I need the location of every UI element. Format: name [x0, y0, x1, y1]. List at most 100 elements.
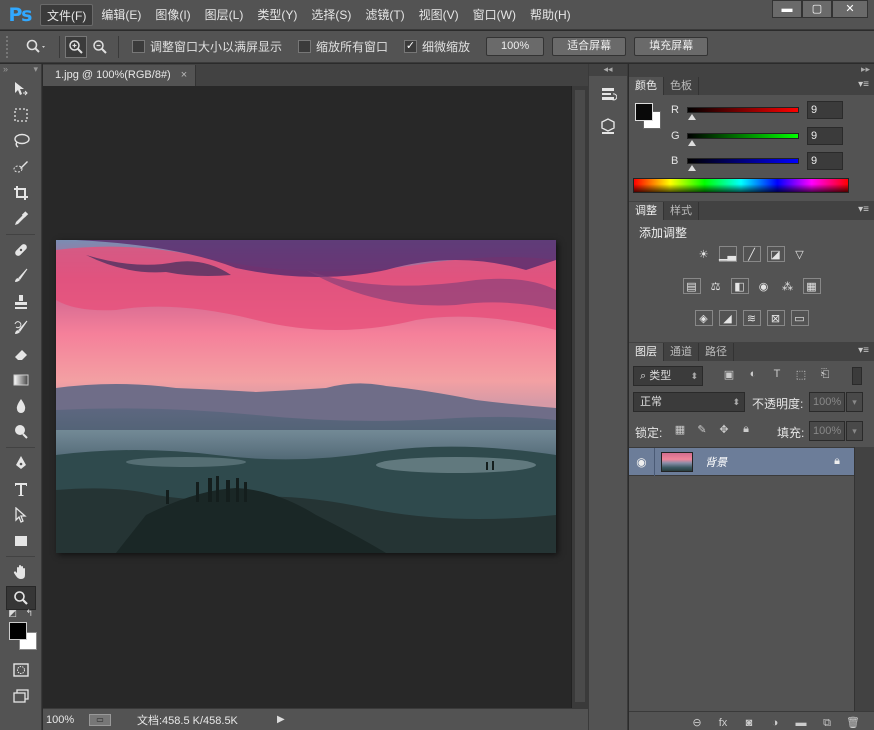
blue-slider[interactable] — [687, 158, 799, 171]
dock-header[interactable]: ▸▸ — [629, 64, 874, 76]
fill-field[interactable]: 100% — [809, 421, 845, 441]
swap-colors-icon[interactable]: ↰ — [26, 608, 34, 619]
quick-mask-button[interactable] — [6, 658, 36, 682]
selective-color-icon[interactable]: ⊠ — [766, 310, 785, 326]
menu-edit[interactable]: 编辑(E) — [95, 4, 147, 26]
fx-icon[interactable]: fx — [716, 716, 730, 730]
pen-tool[interactable] — [6, 451, 36, 475]
tab-swatches[interactable]: 色板 — [664, 77, 699, 95]
new-layer-icon[interactable]: ⧉ — [820, 716, 834, 730]
layer-name[interactable]: 背景 — [705, 454, 834, 470]
panel-menu-icon[interactable]: ▾≡ — [858, 345, 869, 356]
eraser-tool[interactable] — [6, 342, 36, 366]
restore-button[interactable]: ▢ — [802, 0, 832, 18]
quick-selection-tool[interactable] — [6, 155, 36, 179]
hand-tool[interactable] — [6, 560, 36, 584]
red-value[interactable]: 9 — [807, 101, 843, 119]
layer-row[interactable]: ◉ 背景 🔒︎ — [629, 447, 854, 476]
menu-window[interactable]: 窗口(W) — [467, 4, 522, 26]
crop-tool[interactable] — [6, 181, 36, 205]
blur-tool[interactable] — [6, 394, 36, 418]
scrubby-zoom-option[interactable]: ✓ 细微缩放 — [404, 38, 470, 55]
red-slider-knob[interactable] — [688, 114, 696, 120]
color-spectrum-bar[interactable] — [633, 178, 849, 193]
close-tab-icon[interactable]: × — [181, 65, 187, 86]
fit-screen-button[interactable]: 适合屏幕 — [552, 37, 627, 56]
properties-panel-button[interactable] — [595, 114, 621, 140]
new-group-icon[interactable]: ▬ — [794, 716, 808, 730]
channel-mixer-icon[interactable]: ⁂ — [779, 278, 797, 294]
red-slider[interactable] — [687, 107, 799, 120]
tab-layers[interactable]: 图层 — [629, 343, 664, 361]
tab-color[interactable]: 颜色 — [629, 77, 664, 95]
menu-help[interactable]: 帮助(H) — [524, 4, 577, 26]
green-slider[interactable] — [687, 133, 799, 146]
tab-adjustments[interactable]: 调整 — [629, 202, 664, 220]
threshold-icon[interactable]: ≋ — [742, 310, 761, 326]
lasso-tool[interactable] — [6, 129, 36, 153]
lock-transparency-icon[interactable]: ▦ — [673, 423, 687, 437]
history-brush-tool[interactable] — [6, 316, 36, 340]
rectangle-tool[interactable] — [6, 529, 36, 553]
blue-value[interactable]: 9 — [807, 152, 843, 170]
zoom-out-button[interactable] — [89, 36, 111, 58]
panel-menu-icon[interactable]: ▾≡ — [858, 79, 869, 90]
black-white-icon[interactable]: ◧ — [730, 278, 749, 294]
shape-filter-icon[interactable]: ⬚ — [793, 368, 809, 382]
blend-mode-select[interactable]: 正常 ⬍ — [633, 392, 745, 412]
document-profile-icon[interactable]: ▭ — [89, 713, 111, 726]
blue-slider-knob[interactable] — [688, 165, 696, 171]
scrollbar-thumb[interactable] — [575, 90, 585, 702]
type-tool[interactable] — [6, 477, 36, 501]
link-layers-icon[interactable]: ⊖ — [690, 716, 704, 730]
menu-layer[interactable]: 图层(L) — [199, 4, 250, 26]
zoom-all-option[interactable]: 缩放所有窗口 — [298, 38, 388, 55]
panel-menu-icon[interactable]: ▾≡ — [858, 204, 869, 215]
scrubby-zoom-checkbox[interactable]: ✓ — [404, 40, 418, 53]
brush-tool[interactable] — [6, 264, 36, 288]
lock-position-icon[interactable]: ✥ — [717, 423, 731, 437]
history-panel-button[interactable] — [595, 82, 621, 108]
color-balance-icon[interactable]: ⚖ — [707, 278, 725, 294]
hue-saturation-icon[interactable]: ▤ — [682, 278, 701, 294]
marquee-tool[interactable] — [6, 103, 36, 127]
foreground-color-chip[interactable] — [635, 103, 653, 121]
menu-filter[interactable]: 滤镜(T) — [359, 4, 410, 26]
tab-channels[interactable]: 通道 — [664, 343, 699, 361]
dock-header[interactable]: ◂◂ — [589, 64, 627, 76]
adjustment-filter-icon[interactable]: ◐ — [745, 368, 761, 382]
brightness-contrast-icon[interactable]: ☀ — [695, 246, 713, 262]
eyedropper-tool[interactable] — [6, 207, 36, 231]
visibility-eye-icon[interactable]: ◉ — [629, 447, 655, 476]
document-tab[interactable]: 1.jpg @ 100%(RGB/8#) × — [43, 65, 197, 86]
resize-windows-option[interactable]: 调整窗口大小以满屏显示 — [132, 38, 282, 55]
fill-screen-button[interactable]: 填充屏幕 — [634, 37, 709, 56]
filter-toggle[interactable] — [852, 367, 862, 385]
tab-paths[interactable]: 路径 — [699, 343, 734, 361]
green-slider-knob[interactable] — [688, 140, 696, 146]
menu-select[interactable]: 选择(S) — [305, 4, 357, 26]
gradient-map-icon[interactable]: ▭ — [790, 310, 809, 326]
screen-mode-button[interactable] — [6, 684, 36, 708]
tool-preset-picker[interactable] — [20, 35, 54, 59]
path-selection-tool[interactable] — [6, 503, 36, 527]
color-lookup-icon[interactable]: ▦ — [802, 278, 821, 294]
green-value[interactable]: 9 — [807, 127, 843, 145]
new-adjustment-layer-icon[interactable]: ◑ — [768, 716, 782, 730]
document-image[interactable] — [56, 240, 556, 553]
gradient-tool[interactable] — [6, 368, 36, 392]
vibrance-icon[interactable]: ▽ — [791, 246, 809, 262]
default-colors-icon[interactable]: ◩ — [9, 608, 18, 619]
lock-all-icon[interactable]: 🔒︎ — [739, 423, 753, 437]
tools-panel-header[interactable]: » ▾ — [0, 64, 41, 76]
zoom-in-button[interactable] — [65, 35, 87, 58]
add-mask-icon[interactable]: ◙ — [742, 716, 756, 730]
pixel-filter-icon[interactable]: ▣ — [721, 368, 737, 382]
invert-icon[interactable]: ◈ — [694, 310, 713, 326]
minimize-button[interactable]: ▬ — [772, 0, 802, 18]
vertical-scrollbar[interactable] — [571, 86, 588, 708]
zoom-tool[interactable] — [5, 586, 36, 610]
resize-windows-checkbox[interactable] — [132, 40, 145, 53]
menu-type[interactable]: 类型(Y) — [251, 4, 303, 26]
type-filter-icon[interactable]: T — [769, 368, 785, 382]
